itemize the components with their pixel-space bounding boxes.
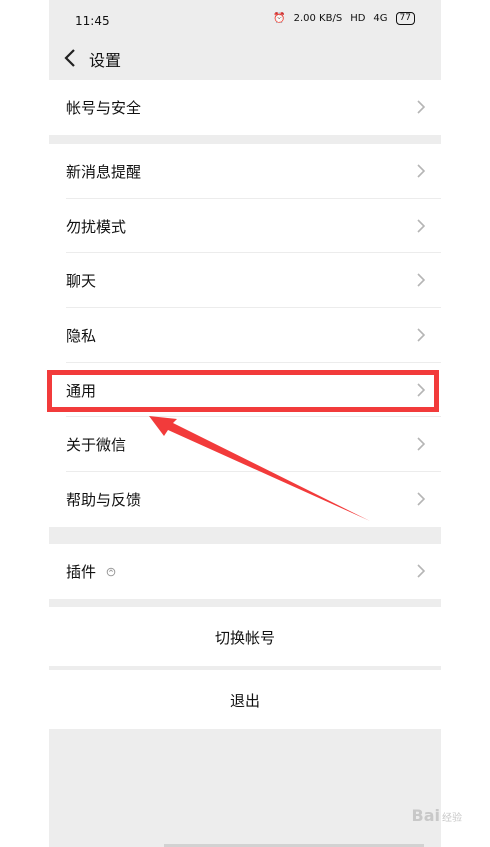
settings-item-chat[interactable]: 聊天 (49, 253, 441, 308)
settings-item-notifications[interactable]: 新消息提醒 (49, 144, 441, 199)
logout-button[interactable]: 退出 (49, 670, 441, 729)
top-bar: 设置 (49, 36, 441, 80)
settings-item-label: 帐号与安全 (66, 99, 142, 117)
settings-item-do-not-disturb[interactable]: 勿扰模式 (49, 199, 441, 254)
status-bar: 11:45 ⏰ 2.00 KB/S HD 4G 77 (49, 0, 441, 40)
highlight-box (47, 370, 439, 412)
settings-item-label: 聊天 (66, 272, 97, 291)
status-icons: ⏰ 2.00 KB/S HD 4G 77 (273, 12, 415, 25)
logout-label: 退出 (229, 692, 260, 710)
main-group: 新消息提醒 勿扰模式 聊天 隐私 通用 关于微信 帮助与反馈 (49, 144, 441, 527)
watermark-suffix: 经验 (442, 813, 462, 824)
settings-item-label: 新消息提醒 (66, 163, 142, 181)
status-time: 11:45 (75, 14, 110, 28)
chevron-right-icon (417, 273, 425, 287)
switch-account-group: 切换帐号 (49, 607, 441, 666)
settings-item-label: 插件 (66, 563, 97, 581)
settings-item-about[interactable]: 关于微信 (49, 417, 441, 472)
watermark: Bai 经验 (412, 806, 462, 825)
chevron-right-icon (417, 492, 425, 506)
chevron-right-icon (417, 564, 425, 578)
chevron-right-icon (417, 219, 425, 233)
switch-account-label: 切换帐号 (214, 629, 275, 647)
battery-indicator: 77 (395, 12, 415, 25)
plugins-group: 插件 (49, 544, 441, 599)
chevron-right-icon (417, 328, 425, 342)
plugin-icon (106, 567, 116, 577)
alarm-icon: ⏰ (273, 13, 286, 24)
settings-item-label: 关于微信 (66, 436, 127, 455)
settings-screen: 11:45 ⏰ 2.00 KB/S HD 4G 77 设置 帐号与安全 新消息提… (49, 0, 441, 847)
switch-account-button[interactable]: 切换帐号 (49, 607, 441, 666)
chevron-right-icon (417, 437, 425, 452)
settings-item-help[interactable]: 帮助与反馈 (49, 472, 441, 527)
settings-item-label: 勿扰模式 (66, 217, 127, 236)
settings-item-label: 帮助与反馈 (66, 491, 142, 510)
settings-item-privacy[interactable]: 隐私 (49, 308, 441, 363)
chevron-right-icon (417, 164, 425, 178)
settings-item-label: 隐私 (66, 327, 97, 346)
settings-item-plugins[interactable]: 插件 (49, 544, 441, 599)
signal-indicator: 4G (373, 13, 388, 24)
account-group: 帐号与安全 (49, 80, 441, 135)
chevron-left-icon[interactable] (63, 48, 77, 68)
page-title: 设置 (89, 51, 122, 70)
hd-indicator: HD (350, 13, 366, 24)
settings-item-account[interactable]: 帐号与安全 (49, 80, 441, 135)
watermark-text: Bai (411, 806, 440, 825)
chevron-right-icon (417, 100, 425, 114)
logout-group: 退出 (49, 670, 441, 729)
network-speed: 2.00 KB/S (293, 13, 343, 24)
